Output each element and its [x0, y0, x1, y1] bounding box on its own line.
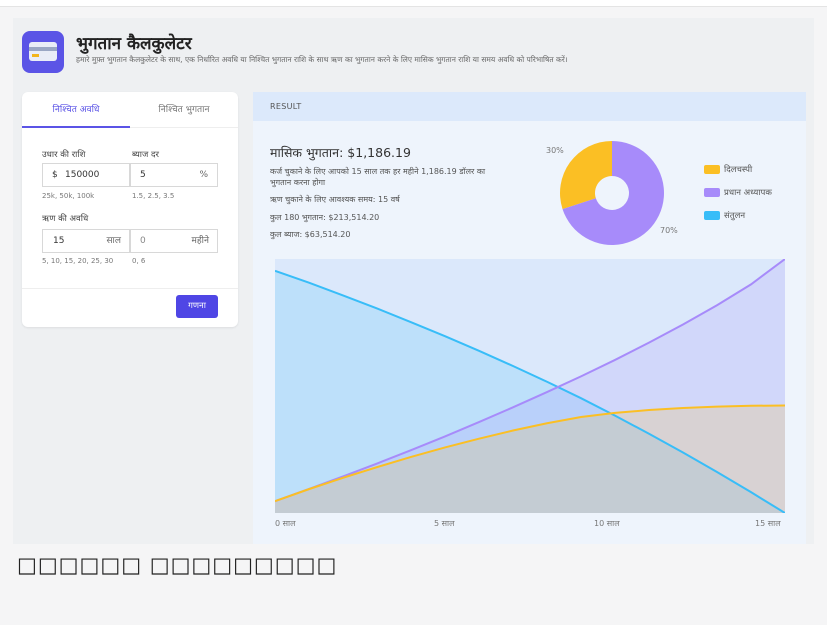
browser-top-bar: [0, 0, 827, 7]
loan-amount-value: 150000: [65, 170, 100, 180]
footer-text: □□□□□□ □□□□□□□□□: [17, 553, 338, 577]
result-total-payments: कुल 180 भुगतान: $213,514.20: [270, 213, 380, 222]
monthly-payment-text: मासिक भुगतान: $1,186.19: [270, 145, 411, 160]
pie-label-interest: 30%: [546, 146, 564, 155]
loan-amount-hint: 25k, 50k, 100k: [42, 192, 95, 200]
legend-swatch-principal: [704, 188, 720, 197]
credit-card-icon: [22, 31, 64, 73]
legend-label-interest: दिलचस्पी: [724, 165, 753, 175]
percent-suffix: %: [199, 170, 208, 180]
x-tick-15: 15 साल: [755, 519, 781, 528]
loan-term-label: ऋण की अवधि: [42, 214, 89, 224]
x-tick-0: 0 साल: [275, 519, 296, 528]
years-value: 15: [53, 236, 65, 246]
months-hint: 0, 6: [132, 257, 146, 265]
legend-label-principal: प्रधान अध्यापक: [724, 188, 772, 198]
currency-prefix: $: [52, 170, 58, 180]
donut-chart: [560, 141, 664, 245]
page-subtitle: हमारे मुफ़्त भुगतान कैलकुलेटर के साथ, एक…: [76, 55, 568, 64]
result-description: कर्ज चुकाने के लिए आपको 15 साल तक हर मही…: [270, 167, 486, 187]
calculate-button[interactable]: गणना: [176, 295, 218, 318]
months-value: 0: [140, 236, 146, 246]
months-unit: महीने: [191, 236, 210, 246]
loan-amount-label: उधार की राशि: [42, 150, 86, 160]
years-unit: साल: [106, 236, 121, 246]
pie-label-principal: 70%: [660, 226, 678, 235]
interest-rate-hint: 1.5, 2.5, 3.5: [132, 192, 175, 200]
result-total-interest: कुल ब्याज: $63,514.20: [270, 230, 351, 239]
page-title: भुगतान कैलकुलेटर: [76, 34, 192, 54]
amortization-area-chart: [275, 259, 785, 513]
result-time-required: ऋण चुकाने के लिए आवश्यक समय: 15 वर्ष: [270, 195, 400, 204]
interest-rate-input[interactable]: 5 %: [130, 163, 218, 187]
legend-label-balance: संतुलन: [724, 211, 746, 221]
tab-fixed-payment[interactable]: निश्चित भुगतान: [130, 92, 238, 128]
calculator-form-card: निश्चित अवधि निश्चित भुगतान उधार की राशि…: [22, 92, 238, 327]
interest-rate-value: 5: [140, 170, 146, 180]
legend-item-principal[interactable]: प्रधान अध्यापक: [704, 187, 772, 198]
x-tick-10: 10 साल: [594, 519, 620, 528]
pie-slice-interest[interactable]: [560, 141, 612, 210]
interest-rate-label: ब्याज दर: [132, 150, 159, 160]
result-card: RESULT मासिक भुगतान: $1,186.19 कर्ज चुका…: [253, 92, 806, 544]
form-divider: [22, 288, 238, 289]
years-hint: 5, 10, 15, 20, 25, 30: [42, 257, 114, 265]
tab-fixed-term[interactable]: निश्चित अवधि: [22, 92, 130, 128]
result-header: RESULT: [253, 92, 806, 121]
legend-swatch-balance: [704, 211, 720, 220]
years-input[interactable]: 15 साल: [42, 229, 130, 253]
legend-item-balance[interactable]: संतुलन: [704, 210, 745, 221]
legend-item-interest[interactable]: दिलचस्पी: [704, 164, 752, 175]
x-tick-5: 5 साल: [434, 519, 455, 528]
months-input[interactable]: 0 महीने: [130, 229, 218, 253]
legend-swatch-interest: [704, 165, 720, 174]
loan-amount-input[interactable]: $ 150000: [42, 163, 130, 187]
